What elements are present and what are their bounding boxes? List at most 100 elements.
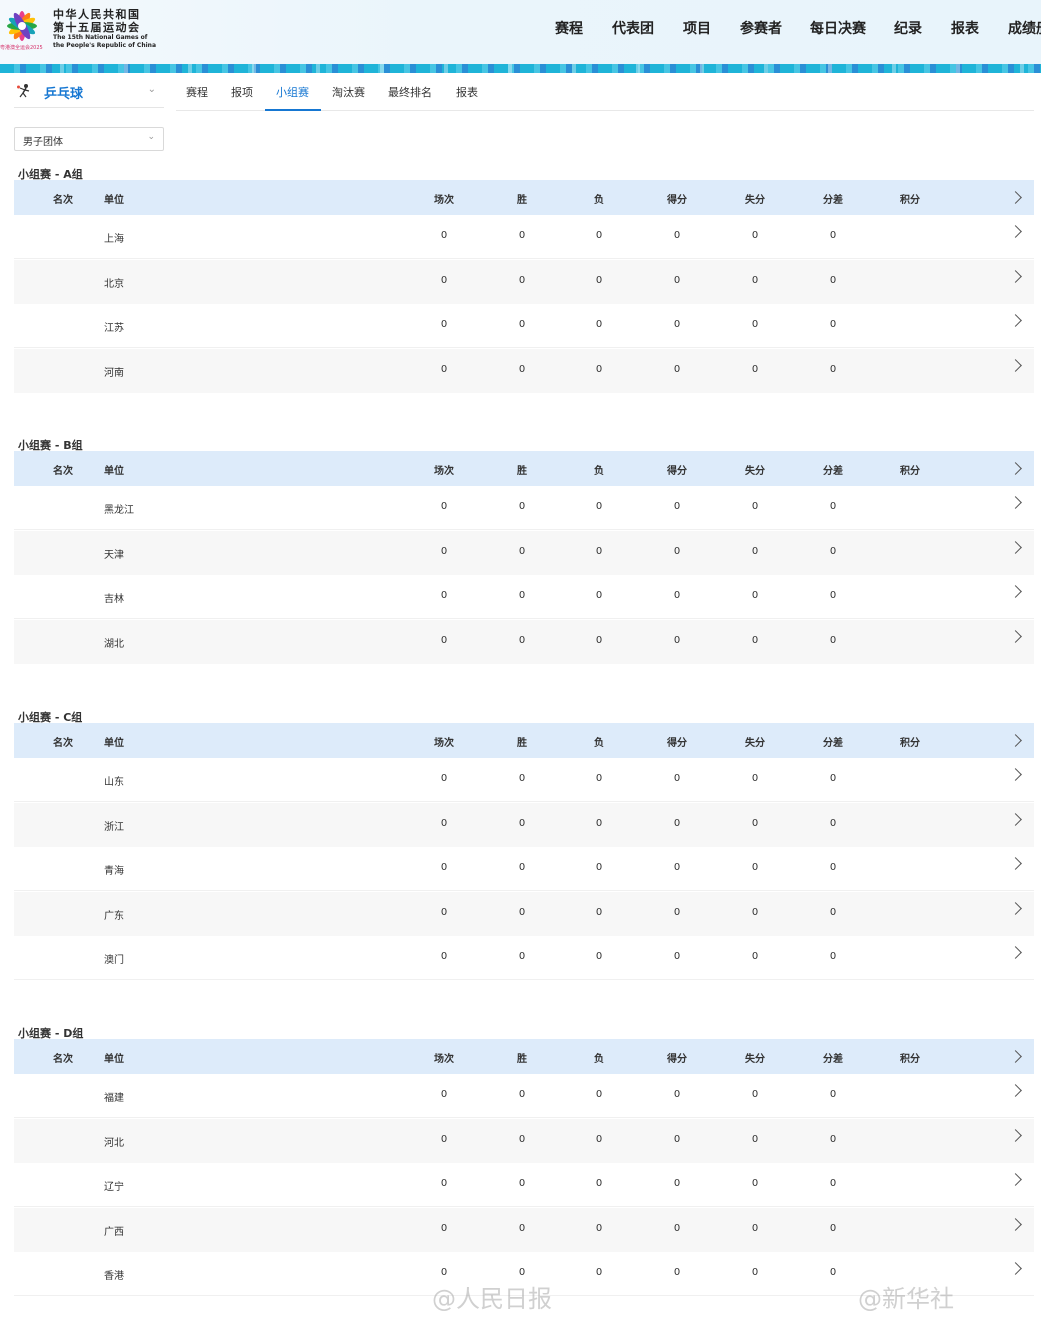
table-row[interactable]: 浙江 0 0 0 0 0 0: [14, 802, 1034, 847]
cell-team: 广西: [104, 1226, 124, 1238]
nav-item-reports[interactable]: 报表: [951, 18, 979, 38]
table-row[interactable]: 北京 0 0 0 0 0 0: [14, 259, 1034, 304]
cell-team: 山东: [104, 777, 124, 788]
cell-scored: 0: [673, 634, 681, 646]
table-row[interactable]: 天津 0 0 0 0 0 0: [14, 530, 1034, 575]
table-row[interactable]: 上海 0 0 0 0 0 0: [14, 215, 1034, 259]
tab-final-ranking[interactable]: 最终排名: [388, 84, 432, 100]
column-header-won: 胜: [517, 195, 527, 206]
chevron-right-icon[interactable]: [1009, 358, 1022, 372]
nav-item-sports[interactable]: 项目: [683, 18, 711, 38]
event-select[interactable]: 男子团体 ⌄: [14, 127, 164, 151]
cell-won: 0: [518, 274, 526, 286]
chevron-right-icon[interactable]: [1009, 812, 1022, 826]
column-header-points: 积分: [900, 466, 920, 477]
chevron-right-icon[interactable]: [1009, 462, 1022, 475]
column-header-won: 胜: [517, 466, 527, 477]
cell-diff: 0: [829, 1178, 837, 1189]
table-row[interactable]: 黑龙江 0 0 0 0 0 0: [14, 486, 1034, 530]
watermark-xinhua: @新华社: [858, 1285, 954, 1313]
table-header: 名次 单位 场次 胜 负 得分 失分 分差 积分: [14, 1039, 1034, 1074]
nav-item-athletes[interactable]: 参赛者: [740, 18, 782, 38]
tab-knockout[interactable]: 淘汰赛: [332, 84, 365, 100]
tab-entries[interactable]: 报项: [231, 84, 253, 100]
chevron-right-icon[interactable]: [1009, 585, 1022, 598]
chevron-right-icon[interactable]: [1009, 540, 1022, 554]
chevron-right-icon[interactable]: [1009, 901, 1022, 915]
cell-diff: 0: [829, 230, 837, 241]
cell-won: 0: [518, 1267, 526, 1278]
cell-conceded: 0: [751, 1222, 759, 1234]
cell-team: 黑龙江: [104, 505, 134, 516]
table-row[interactable]: 河北 0 0 0 0 0 0: [14, 1118, 1034, 1163]
cell-scored: 0: [673, 951, 681, 962]
cell-conceded: 0: [751, 634, 759, 646]
nav-item-results-book[interactable]: 成绩册: [1008, 18, 1041, 38]
chevron-right-icon[interactable]: [1009, 496, 1022, 509]
chevron-right-icon[interactable]: [1009, 1217, 1022, 1231]
nav-item-records[interactable]: 纪录: [894, 18, 922, 38]
cell-diff: 0: [829, 501, 837, 512]
chevron-right-icon[interactable]: [1009, 1173, 1022, 1186]
chevron-right-icon[interactable]: [1009, 225, 1022, 238]
cell-scored: 0: [673, 906, 681, 918]
cell-played: 0: [440, 1178, 448, 1189]
chevron-right-icon[interactable]: [1009, 1050, 1022, 1063]
cell-played: 0: [440, 1222, 448, 1234]
table-row[interactable]: 辽宁 0 0 0 0 0 0: [14, 1163, 1034, 1207]
table-row[interactable]: 河南 0 0 0 0 0 0: [14, 348, 1034, 393]
cell-diff: 0: [829, 906, 837, 918]
games-emblem-icon: [7, 11, 37, 41]
chevron-right-icon[interactable]: [1009, 734, 1022, 747]
cell-lost: 0: [595, 1133, 603, 1145]
chevron-right-icon[interactable]: [1009, 1128, 1022, 1142]
table-row[interactable]: 澳门 0 0 0 0 0 0: [14, 936, 1034, 980]
table-row[interactable]: 广东 0 0 0 0 0 0: [14, 891, 1034, 936]
chevron-right-icon[interactable]: [1009, 946, 1022, 959]
table-row[interactable]: 福建 0 0 0 0 0 0: [14, 1074, 1034, 1118]
column-header-won: 胜: [517, 1054, 527, 1065]
cell-conceded: 0: [751, 230, 759, 241]
table-row[interactable]: 湖北 0 0 0 0 0 0: [14, 619, 1034, 664]
cell-scored: 0: [673, 545, 681, 557]
group-table: 小组赛 - C组 名次 单位 场次胜负得分 失分 分差 积分 山东 0 0 0 0 0 0 浙江 0 0 0 0 0 0…: [14, 709, 1034, 981]
chevron-right-icon[interactable]: [1009, 314, 1022, 327]
nav-item-daily-finals[interactable]: 每日决赛: [810, 18, 866, 38]
table-header: 名次 单位 场次 胜 负 得分 失分 分差 积分: [14, 180, 1034, 215]
chevron-right-icon[interactable]: [1009, 629, 1022, 643]
chevron-right-icon[interactable]: [1009, 857, 1022, 870]
column-header-lost: 负: [594, 1054, 604, 1065]
chevron-right-icon[interactable]: [1009, 191, 1022, 204]
cell-diff: 0: [829, 1222, 837, 1234]
cell-played: 0: [440, 501, 448, 512]
cell-won: 0: [518, 951, 526, 962]
table-row[interactable]: 吉林 0 0 0 0 0 0: [14, 575, 1034, 619]
chevron-right-icon[interactable]: [1009, 1262, 1022, 1275]
table-tennis-icon: [17, 84, 30, 98]
group-table: 小组赛 - D组 名次 单位 场次胜负得分 失分 分差 积分 福建 0 0 0 0 0 0 河北 0 0 0 0 0 0…: [14, 1025, 1034, 1297]
cell-won: 0: [518, 363, 526, 375]
group-table: 小组赛 - B组 名次 单位 场次胜负得分 失分 分差 积分 黑龙江 0 0 0 0 0 0 天津 0 0 0 0 0…: [14, 437, 1034, 664]
table-row[interactable]: 山东 0 0 0 0 0 0: [14, 758, 1034, 802]
table-row[interactable]: 青海 0 0 0 0 0 0: [14, 847, 1034, 891]
sport-selector[interactable]: 乒乓球 ⌄: [14, 78, 164, 108]
chevron-right-icon[interactable]: [1009, 768, 1022, 781]
chevron-right-icon[interactable]: [1009, 1084, 1022, 1097]
cell-lost: 0: [595, 862, 603, 873]
nav-item-delegations[interactable]: 代表团: [612, 18, 654, 38]
column-header-conceded: 失分: [745, 1054, 765, 1065]
tab-schedule[interactable]: 赛程: [186, 84, 208, 100]
tab-reports[interactable]: 报表: [456, 84, 478, 100]
tab-group-stage[interactable]: 小组赛: [276, 84, 309, 100]
nav-item-schedule[interactable]: 赛程: [555, 18, 583, 38]
cell-scored: 0: [673, 1222, 681, 1234]
cell-scored: 0: [673, 1133, 681, 1145]
cell-team: 江苏: [104, 323, 124, 334]
table-row[interactable]: 江苏 0 0 0 0 0 0: [14, 304, 1034, 348]
cell-played: 0: [440, 545, 448, 557]
cell-conceded: 0: [751, 951, 759, 962]
site-logo[interactable]: 粤港澳全运会2025 中华人民共和国 第十五届运动会 The 15th Nati…: [0, 2, 160, 52]
chevron-down-icon: ⌄: [147, 84, 156, 95]
chevron-right-icon[interactable]: [1009, 269, 1022, 283]
table-row[interactable]: 广西 0 0 0 0 0 0: [14, 1207, 1034, 1252]
